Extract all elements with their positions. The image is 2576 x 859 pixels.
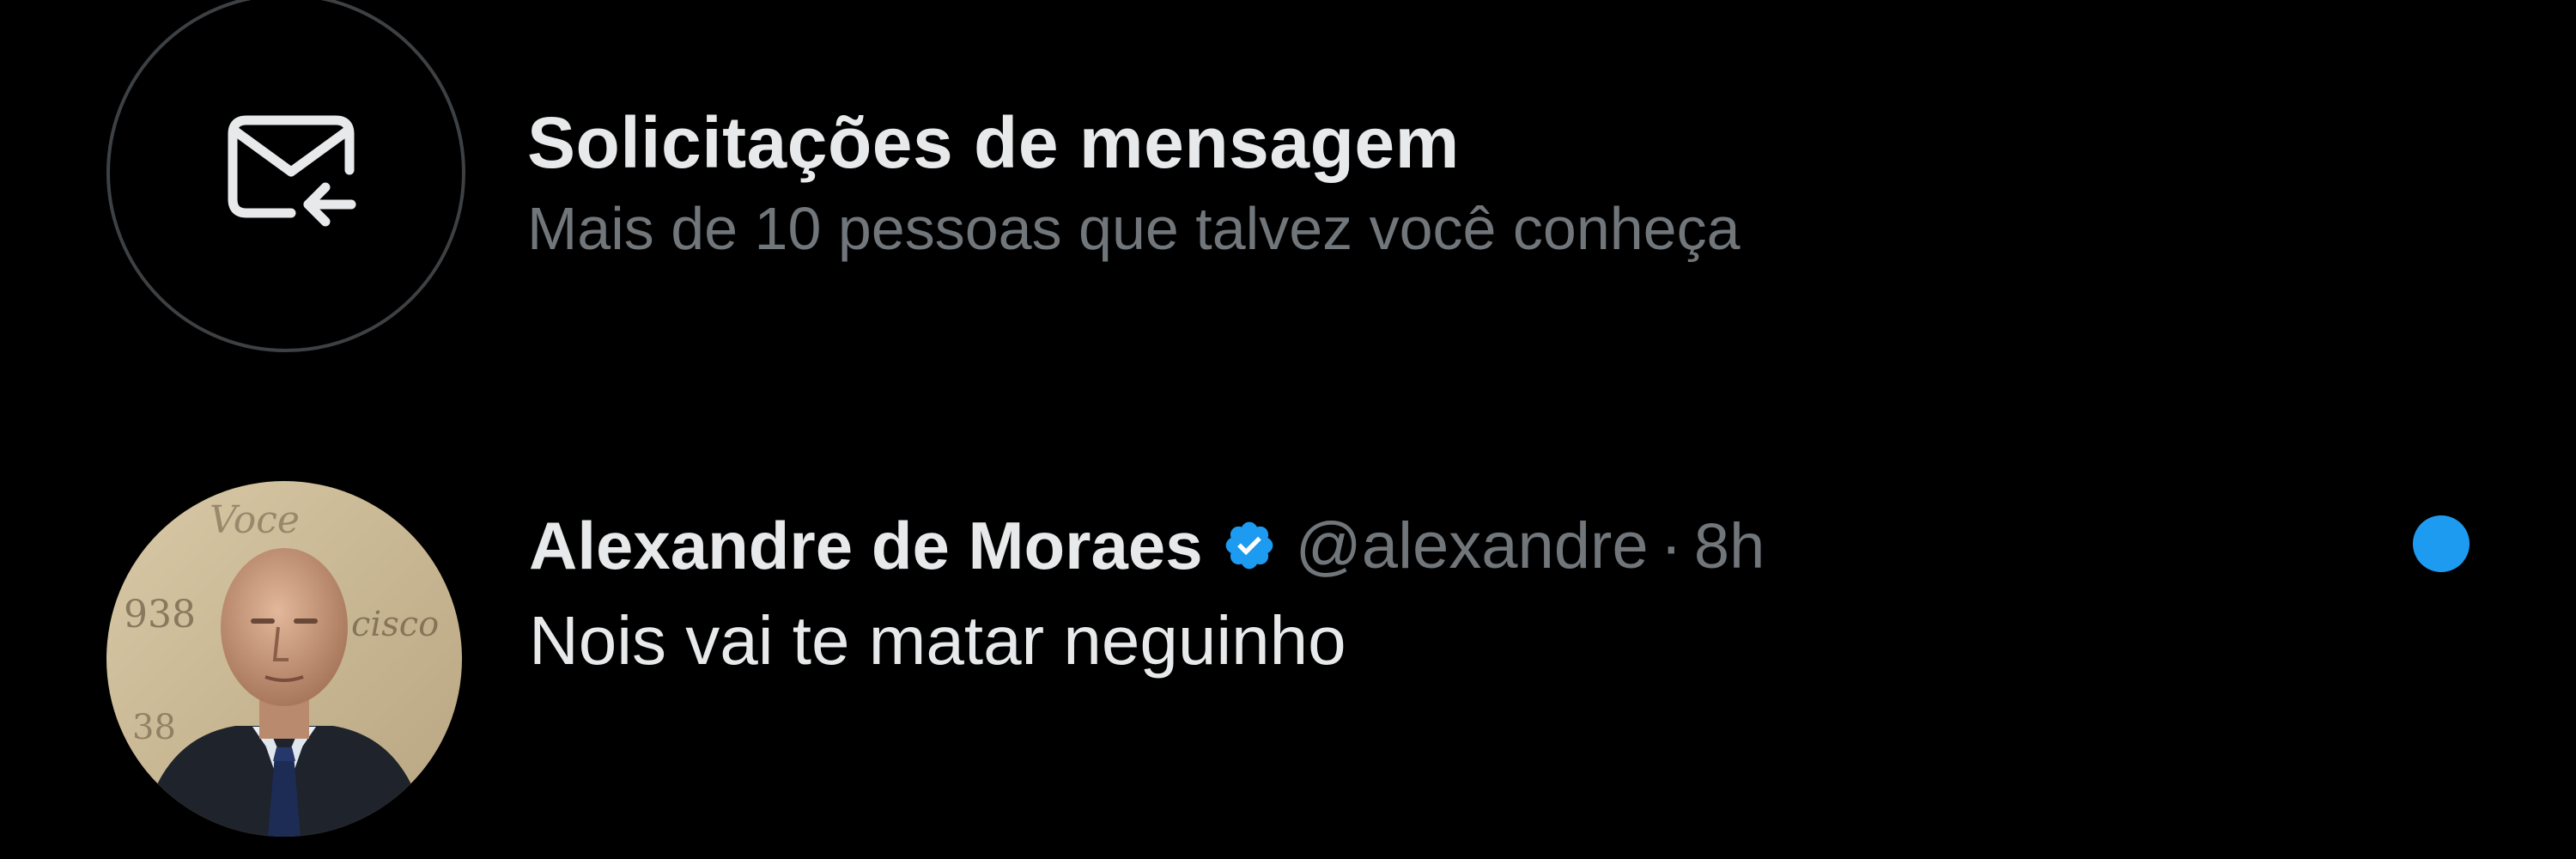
svg-text:cisco: cisco (351, 605, 439, 644)
conversation-name[interactable]: Alexandre de Moraes (529, 507, 1203, 585)
conversation-timestamp: 8h (1693, 509, 1765, 582)
svg-text:938: 938 (124, 593, 196, 637)
conversation-list-item[interactable]: 938 cisco 38 Voce Alexandre de Moraes @a… (0, 430, 2576, 859)
message-requests-subtitle: Mais de 10 pessoas que talvez você conhe… (527, 195, 1741, 262)
unread-indicator (2413, 515, 2470, 572)
conversation-last-message: Nois vai te matar neguinho (529, 602, 1346, 679)
avatar[interactable]: 938 cisco 38 Voce (106, 481, 462, 837)
verified-badge-icon (1222, 518, 1277, 573)
svg-text:38: 38 (132, 708, 176, 747)
message-requests-icon-circle (106, 0, 465, 352)
avatar-image: 938 cisco 38 Voce (106, 481, 462, 837)
message-requests-row[interactable]: Solicitações de mensagem Mais de 10 pess… (0, 0, 2576, 378)
envelope-incoming-icon (228, 115, 356, 227)
conversation-header: Alexandre de Moraes @alexandre · 8h (529, 498, 1765, 593)
conversation-handle: @alexandre (1295, 509, 1649, 582)
message-requests-title: Solicitações de mensagem (527, 102, 1460, 183)
svg-text:Voce: Voce (210, 498, 300, 542)
separator-dot: · (1660, 509, 1682, 582)
